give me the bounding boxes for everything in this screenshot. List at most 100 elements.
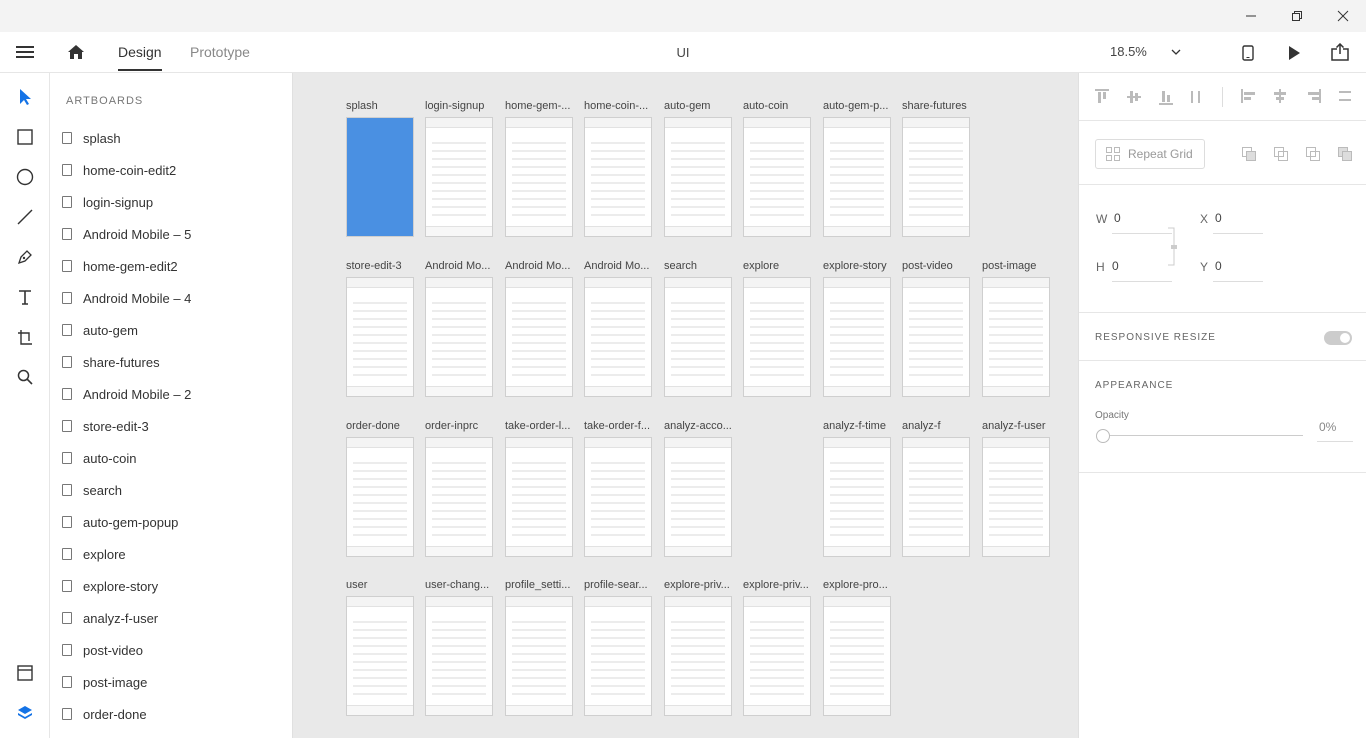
artboard-title[interactable]: take-order-f... xyxy=(584,419,654,433)
artboard-title[interactable]: profile_setti... xyxy=(505,578,575,592)
artboard-title[interactable]: explore xyxy=(743,259,813,273)
repeat-grid-button[interactable]: Repeat Grid xyxy=(1095,139,1205,169)
artboard-title[interactable]: explore-pro... xyxy=(823,578,893,592)
artboard-thumbnail[interactable]: profile-sear... xyxy=(584,578,652,716)
artboard-title[interactable]: order-done xyxy=(346,419,416,433)
artboard-thumbnail[interactable]: Android Mo... xyxy=(584,259,654,397)
artboard-thumbnail[interactable]: user xyxy=(346,578,414,716)
artboard-layer-item[interactable]: Android Mobile – 5 xyxy=(62,222,282,246)
artboard-layer-item[interactable]: analyz-f-user xyxy=(62,606,282,630)
preview-button[interactable] xyxy=(1284,42,1304,64)
close-button[interactable] xyxy=(1320,0,1366,32)
artboard-thumbnail[interactable]: auto-coin xyxy=(743,99,813,237)
text-tool[interactable] xyxy=(13,285,37,309)
artboard-thumbnail[interactable]: splash xyxy=(346,99,416,237)
artboard-title[interactable]: home-gem-... xyxy=(505,99,575,113)
x-field[interactable]: 0 xyxy=(1215,211,1222,225)
height-field[interactable]: 0 xyxy=(1112,259,1119,273)
artboard-layer-item[interactable]: share-futures xyxy=(62,350,282,374)
opacity-value[interactable]: 0% xyxy=(1319,420,1336,434)
artboard-title[interactable]: login-signup xyxy=(425,99,495,113)
menu-button[interactable] xyxy=(14,42,36,62)
artboard-title[interactable]: home-coin-... xyxy=(584,99,654,113)
rectangle-tool[interactable] xyxy=(13,125,37,149)
artboard-thumbnail[interactable]: analyz-f-time xyxy=(823,419,893,557)
pen-tool[interactable] xyxy=(13,245,37,269)
artboard-layer-item[interactable]: auto-coin xyxy=(62,446,282,470)
artboard-layer-item[interactable]: explore xyxy=(62,542,282,566)
artboard-layer-item[interactable]: home-gem-edit2 xyxy=(62,254,282,278)
artboard-thumbnail[interactable]: user-chang... xyxy=(425,578,495,716)
artboard-layer-item[interactable]: Android Mobile – 4 xyxy=(62,286,282,310)
artboard-title[interactable]: analyz-f-user xyxy=(982,419,1052,433)
artboard-thumbnail[interactable]: share-futures xyxy=(902,99,972,237)
artboard-title[interactable]: take-order-l... xyxy=(505,419,575,433)
opacity-slider-thumb[interactable] xyxy=(1096,429,1110,443)
zoom-tool[interactable] xyxy=(13,365,37,389)
artboard-thumbnail[interactable]: login-signup xyxy=(425,99,495,237)
artboard-title[interactable]: post-image xyxy=(982,259,1052,273)
line-tool[interactable] xyxy=(13,205,37,229)
artboard-thumbnail[interactable]: order-inprc xyxy=(425,419,495,557)
opacity-slider-track[interactable] xyxy=(1103,435,1303,436)
artboard-title[interactable]: splash xyxy=(346,99,416,113)
artboard-thumbnail[interactable]: analyz-f xyxy=(902,419,972,557)
tab-prototype[interactable]: Prototype xyxy=(190,44,250,60)
tab-design[interactable]: Design xyxy=(118,44,162,71)
boolean-ops-icons[interactable] xyxy=(1241,146,1353,162)
artboard-thumbnail[interactable]: auto-gem xyxy=(664,99,732,237)
align-horizontal-icons[interactable] xyxy=(1241,89,1353,105)
artboard-title[interactable]: auto-gem-p... xyxy=(823,99,893,113)
lock-aspect-icon[interactable] xyxy=(1167,227,1181,267)
zoom-dropdown[interactable] xyxy=(1168,44,1184,60)
layers-panel-button[interactable] xyxy=(13,701,37,725)
artboard-layer-item[interactable]: auto-gem xyxy=(62,318,282,342)
artboard-layer-item[interactable]: post-image xyxy=(62,670,282,694)
artboard-layer-item[interactable]: auto-gem-popup xyxy=(62,510,282,534)
artboard-title[interactable]: search xyxy=(664,259,734,273)
artboard-layer-item[interactable]: order-done xyxy=(62,702,282,726)
artboard-title[interactable]: auto-coin xyxy=(743,99,813,113)
artboard-title[interactable]: analyz-acco... xyxy=(664,419,734,433)
width-field[interactable]: 0 xyxy=(1114,211,1121,225)
restore-button[interactable] xyxy=(1274,0,1320,32)
select-tool[interactable] xyxy=(13,85,37,109)
artboard-title[interactable]: analyz-f-time xyxy=(823,419,893,433)
artboard-thumbnail[interactable]: store-edit-3 xyxy=(346,259,416,397)
artboard-thumbnail[interactable]: take-order-l... xyxy=(505,419,575,557)
share-button[interactable] xyxy=(1329,41,1351,63)
artboard-thumbnail[interactable]: search xyxy=(664,259,734,397)
artboard-title[interactable]: Android Mo... xyxy=(425,259,495,273)
artboard-title[interactable]: post-video xyxy=(902,259,972,273)
artboard-tool[interactable] xyxy=(13,325,37,349)
artboard-thumbnail[interactable]: explore-pro... xyxy=(823,578,893,716)
artboard-title[interactable]: Android Mo... xyxy=(584,259,654,273)
artboard-title[interactable]: analyz-f xyxy=(902,419,972,433)
artboard-layer-item[interactable]: home-coin-edit2 xyxy=(62,158,282,182)
device-preview-button[interactable] xyxy=(1238,42,1258,64)
artboard-title[interactable]: order-inprc xyxy=(425,419,495,433)
artboard-thumbnail[interactable]: profile_setti... xyxy=(505,578,575,716)
align-vertical-icons[interactable] xyxy=(1095,89,1205,105)
artboard-layer-item[interactable]: splash xyxy=(62,126,282,150)
assets-panel-button[interactable] xyxy=(13,661,37,685)
artboard-title[interactable]: explore-priv... xyxy=(743,578,813,592)
artboard-title[interactable]: explore-story xyxy=(823,259,893,273)
artboard-thumbnail[interactable]: order-done xyxy=(346,419,416,557)
artboard-thumbnail[interactable]: analyz-acco... xyxy=(664,419,734,557)
artboard-title[interactable]: Android Mo... xyxy=(505,259,575,273)
artboard-thumbnail[interactable]: auto-gem-p... xyxy=(823,99,893,237)
artboard-thumbnail[interactable]: explore xyxy=(743,259,813,397)
artboard-layer-item[interactable]: explore-story xyxy=(62,574,282,598)
artboard-title[interactable]: explore-priv... xyxy=(664,578,734,592)
artboard-thumbnail[interactable]: post-video xyxy=(902,259,972,397)
artboard-thumbnail[interactable]: post-image xyxy=(982,259,1052,397)
artboard-layer-item[interactable]: post-video xyxy=(62,638,282,662)
home-button[interactable] xyxy=(64,41,88,63)
artboard-title[interactable]: share-futures xyxy=(902,99,972,113)
artboard-thumbnail[interactable]: explore-priv... xyxy=(743,578,813,716)
artboard-title[interactable]: user-chang... xyxy=(425,578,495,592)
artboard-layer-item[interactable]: store-edit-3 xyxy=(62,414,282,438)
artboard-title[interactable]: store-edit-3 xyxy=(346,259,416,273)
design-canvas[interactable]: splash login-signup home-gem-... home-coin-… xyxy=(293,73,1078,738)
